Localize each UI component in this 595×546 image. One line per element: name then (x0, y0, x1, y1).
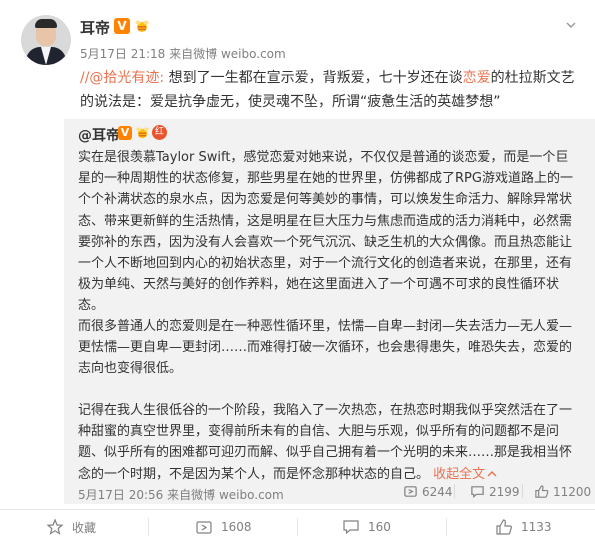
star-icon (46, 518, 64, 535)
repost-source-prefix: 来自 (167, 488, 192, 502)
repost-paragraph-3-text: 记得在我人生很低谷的一个阶段，我陷入了一次热恋，在热恋时期我似乎突然活在了一种甜… (78, 403, 573, 482)
post-source[interactable]: 微博 weibo.com (193, 47, 286, 61)
repost-comment-count: 2199 (489, 484, 520, 499)
action-separator (446, 518, 447, 536)
repost-forward-count: 6244 (422, 484, 453, 499)
thumbs-up-icon (535, 485, 549, 498)
comment-icon (471, 486, 484, 498)
repost-paragraph-3: 记得在我人生很低谷的一个阶段，我陷入了一次热恋，在热恋时期我似乎突然活在了一种甜… (78, 400, 581, 485)
repost-button[interactable]: 1608 (195, 515, 252, 539)
comment-button[interactable]: 160 (342, 515, 391, 539)
comment-count: 160 (368, 520, 391, 534)
forward-icon (404, 486, 417, 497)
repost-like-stat[interactable]: 11200 (534, 484, 591, 499)
member-bee-icon (135, 20, 149, 32)
avatar-hair (35, 19, 57, 28)
chevron-up-icon (487, 471, 497, 477)
reposted-weibo: @耳帝 V 红 实在是很羡慕Taylor Swift，感觉恋爱对她来说，不仅仅是… (64, 119, 595, 504)
favorite-button[interactable]: 收藏 (46, 515, 96, 539)
action-bar-divider (0, 509, 595, 510)
mention-link[interactable]: //@拾光有迹: (80, 70, 164, 86)
collapse-full-text-link[interactable]: 收起全文 (433, 467, 497, 482)
repost-paragraph-1: 实在是很羡慕Taylor Swift，感觉恋爱对她来说，不仅仅是普通的谈恋爱，而… (78, 150, 573, 314)
repost-source[interactable]: 微博 weibo.com (191, 488, 284, 502)
post-meta: 5月17日 21:18 来自微博 weibo.com (80, 45, 286, 62)
verified-badge-icon: V (114, 18, 130, 34)
divider (522, 484, 523, 498)
repost-divider-2 (522, 484, 523, 498)
red-badge-icon: 红 (152, 125, 167, 140)
avatar[interactable] (21, 15, 71, 65)
repost-verified-badge-icon: V (118, 126, 132, 140)
comment-icon (343, 520, 359, 535)
divider (454, 484, 455, 498)
chevron-down-icon[interactable] (566, 20, 576, 30)
repost-meta: 5月17日 20:56 来自微博 weibo.com (78, 486, 284, 503)
repost-forward-stat[interactable]: 6244 (403, 484, 453, 499)
forward-icon (196, 521, 212, 534)
author-name[interactable]: 耳帝 (80, 17, 110, 38)
repost-member-bee-icon (136, 127, 149, 139)
repost-comment-stat[interactable]: 2199 (470, 484, 520, 499)
favorite-label: 收藏 (72, 520, 97, 535)
repost-time[interactable]: 5月17日 20:56 (78, 488, 163, 502)
repost-like-count: 11200 (553, 484, 592, 499)
post-text: //@拾光有迹: 想到了一生都在宣示爱，背叛爱，七十岁还在谈恋爱的杜拉斯文艺的说… (80, 66, 580, 114)
post-text-before: 想到了一生都在宣示爱，背叛爱，七十岁还在谈 (164, 70, 463, 86)
like-button[interactable]: 1133 (495, 515, 552, 539)
action-separator (148, 518, 149, 536)
topic-highlight[interactable]: 恋爱 (463, 70, 491, 86)
post-time[interactable]: 5月17日 21:18 (80, 47, 165, 61)
action-separator (297, 518, 298, 536)
post-source-prefix: 来自 (169, 47, 194, 61)
repost-divider-1 (454, 484, 455, 498)
repost-count: 1608 (221, 520, 252, 534)
thumbs-up-icon (496, 519, 512, 535)
like-count: 1133 (521, 520, 552, 534)
collapse-label: 收起全文 (433, 466, 486, 482)
repost-author-name[interactable]: @耳帝 (78, 125, 120, 145)
repost-paragraph-2: 而很多普通人的恋爱则是在一种恶性循环里，怯懦—自卑—封闭—失去活力—无人爱—更怯… (78, 319, 573, 377)
